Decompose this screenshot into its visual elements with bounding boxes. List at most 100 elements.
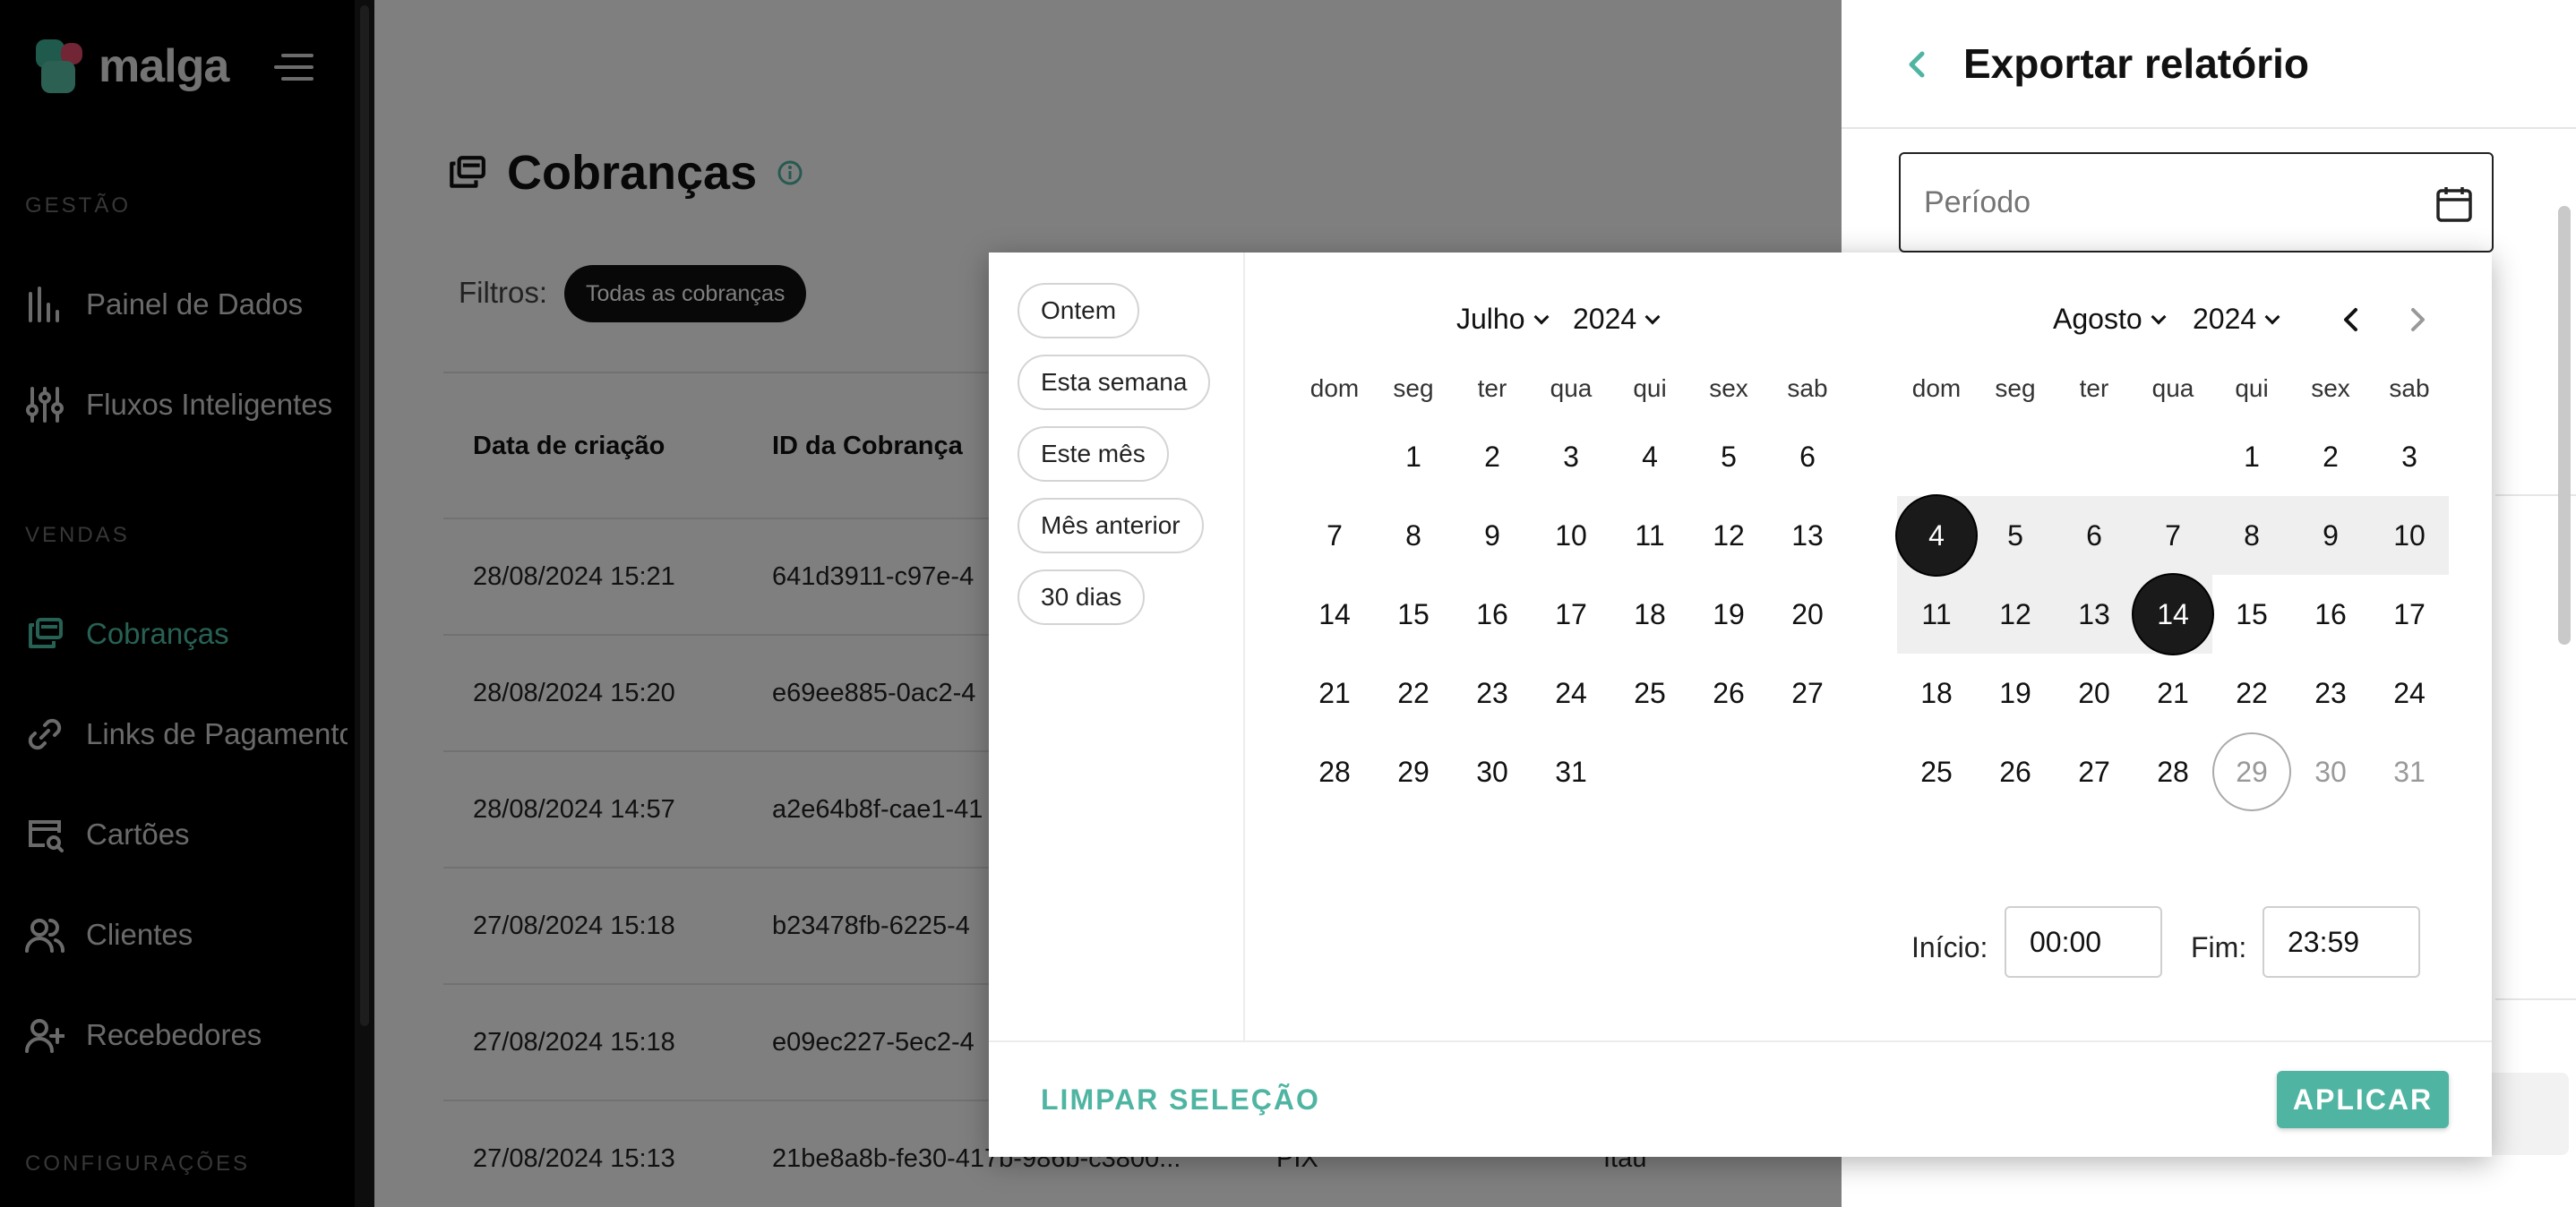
period-field[interactable]	[1899, 152, 2494, 253]
calendar-day[interactable]: 27	[2055, 732, 2134, 811]
calendar-day[interactable]: 3	[2370, 417, 2449, 496]
calendar-day[interactable]: 1	[2212, 417, 2291, 496]
calendar-day[interactable]: 31	[2370, 732, 2449, 811]
preset-list: Ontem Esta semana Este mês Mês anterior …	[989, 253, 1245, 1040]
calendar-day[interactable]: 31	[1532, 732, 1610, 811]
weekday-label: qui	[1633, 374, 1667, 402]
calendar-day[interactable]: 7	[1295, 496, 1374, 575]
weekday-label: sab	[1787, 374, 1828, 402]
month-select-left[interactable]: Julho	[1456, 303, 1549, 336]
calendar-day[interactable]: 30	[2291, 732, 2370, 811]
drawer-divider	[1842, 127, 2576, 129]
calendar-day[interactable]: 19	[1976, 654, 2055, 732]
calendar-day[interactable]: 23	[1453, 654, 1532, 732]
drawer-footer-button[interactable]	[2486, 1073, 2569, 1155]
calendar-day[interactable]: 21	[1295, 654, 1374, 732]
start-time-input[interactable]	[2005, 906, 2162, 978]
end-time-label: Fim:	[2191, 931, 2247, 963]
calendar-day[interactable]: 24	[2370, 654, 2449, 732]
calendar-day[interactable]: 10	[1532, 496, 1610, 575]
calendar-day[interactable]: 28	[1295, 732, 1374, 811]
calendar-day[interactable]: 16	[2291, 575, 2370, 654]
month-label: Julho	[1456, 303, 1525, 335]
year-select-right[interactable]: 2024	[2193, 303, 2280, 336]
calendar-day[interactable]: 25	[1610, 654, 1689, 732]
calendar-day[interactable]: 13	[2055, 575, 2134, 654]
chevron-down-icon	[2264, 309, 2280, 324]
year-select-left[interactable]: 2024	[1573, 303, 1661, 336]
calendar-day[interactable]: 16	[1453, 575, 1532, 654]
calendar-day[interactable]: 18	[1897, 654, 1976, 732]
calendar-day[interactable]: 17	[1532, 575, 1610, 654]
calendar-day[interactable]: 6	[2055, 496, 2134, 575]
calendar-day[interactable]: 21	[2134, 654, 2212, 732]
calendar-day[interactable]: 30	[1453, 732, 1532, 811]
calendar-day[interactable]: 17	[2370, 575, 2449, 654]
calendar-day[interactable]: 25	[1897, 732, 1976, 811]
preset-30-dias[interactable]: 30 dias	[1018, 569, 1146, 625]
calendar-day[interactable]: 7	[2134, 496, 2212, 575]
calendar-day[interactable]: 6	[1768, 417, 1847, 496]
calendar-day[interactable]: 10	[2370, 496, 2449, 575]
next-month-icon[interactable]	[2402, 304, 2433, 335]
calendar-day[interactable]: 12	[1689, 496, 1768, 575]
calendar-day[interactable]: 24	[1532, 654, 1610, 732]
end-time-input[interactable]	[2263, 906, 2420, 978]
weekday-label: seg	[1995, 374, 2036, 402]
calendar-day[interactable]: 13	[1768, 496, 1847, 575]
calendar-day[interactable]: 11	[1610, 496, 1689, 575]
calendar-day[interactable]: 15	[2212, 575, 2291, 654]
weekday-label: qui	[2235, 374, 2269, 402]
calendar-day[interactable]: 20	[1768, 575, 1847, 654]
clear-selection-button[interactable]: LIMPAR SELEÇÃO	[1041, 1083, 1320, 1117]
calendar-day[interactable]: 5	[1976, 496, 2055, 575]
month-select-right[interactable]: Agosto	[2053, 303, 2167, 336]
calendar-day[interactable]: 3	[1532, 417, 1610, 496]
period-input[interactable]	[1901, 154, 2492, 251]
calendar-day[interactable]: 2	[1453, 417, 1532, 496]
weekday-label: sex	[1709, 374, 1748, 402]
calendar-day[interactable]: 18	[1610, 575, 1689, 654]
calendar-icon[interactable]	[2434, 184, 2474, 224]
apply-button[interactable]: APLICAR	[2277, 1071, 2449, 1128]
calendar-day[interactable]: 27	[1768, 654, 1847, 732]
calendar-day[interactable]: 14	[1295, 575, 1374, 654]
calendar-day[interactable]: 8	[2212, 496, 2291, 575]
calendar-day[interactable]: 4	[1897, 496, 1976, 575]
chevron-down-icon	[1644, 309, 1661, 324]
calendar-day[interactable]: 11	[1897, 575, 1976, 654]
calendar-day[interactable]: 23	[2291, 654, 2370, 732]
calendar-day[interactable]: 29	[1374, 732, 1453, 811]
calendar-day[interactable]: 22	[2212, 654, 2291, 732]
drawer-scrollbar[interactable]	[2558, 206, 2571, 645]
calendar-day[interactable]: 9	[2291, 496, 2370, 575]
preset-ontem[interactable]: Ontem	[1018, 283, 1140, 338]
weekday-label: dom	[1309, 374, 1360, 402]
calendar-day[interactable]: 12	[1976, 575, 2055, 654]
calendar-day[interactable]: 26	[1689, 654, 1768, 732]
calendar-day[interactable]: 5	[1689, 417, 1768, 496]
prev-month-icon[interactable]	[2336, 304, 2366, 335]
calendar-day[interactable]: 15	[1374, 575, 1453, 654]
calendar-day[interactable]: 22	[1374, 654, 1453, 732]
calendar-day[interactable]: 8	[1374, 496, 1453, 575]
calendar-day[interactable]: 20	[2055, 654, 2134, 732]
calendar-day[interactable]: 28	[2134, 732, 2212, 811]
start-time-label: Início:	[1911, 931, 1988, 963]
preset-esta-semana[interactable]: Esta semana	[1018, 355, 1211, 410]
drawer-divider	[2495, 998, 2576, 1000]
year-label: 2024	[2193, 303, 2257, 335]
back-chevron-icon[interactable]	[1901, 47, 1933, 82]
calendar-day[interactable]: 29	[2212, 732, 2291, 811]
preset-mes-anterior[interactable]: Mês anterior	[1018, 498, 1204, 553]
calendar-day[interactable]: 19	[1689, 575, 1768, 654]
calendar-day[interactable]: 14	[2134, 575, 2212, 654]
calendar-day[interactable]: 1	[1374, 417, 1453, 496]
calendar-day[interactable]: 4	[1610, 417, 1689, 496]
weekday-label: qua	[2151, 374, 2194, 402]
calendar-day[interactable]: 2	[2291, 417, 2370, 496]
calendar-day[interactable]: 9	[1453, 496, 1532, 575]
preset-este-mes[interactable]: Este mês	[1018, 426, 1169, 482]
calendar-day[interactable]: 26	[1976, 732, 2055, 811]
weekday-label: sab	[2389, 374, 2430, 402]
